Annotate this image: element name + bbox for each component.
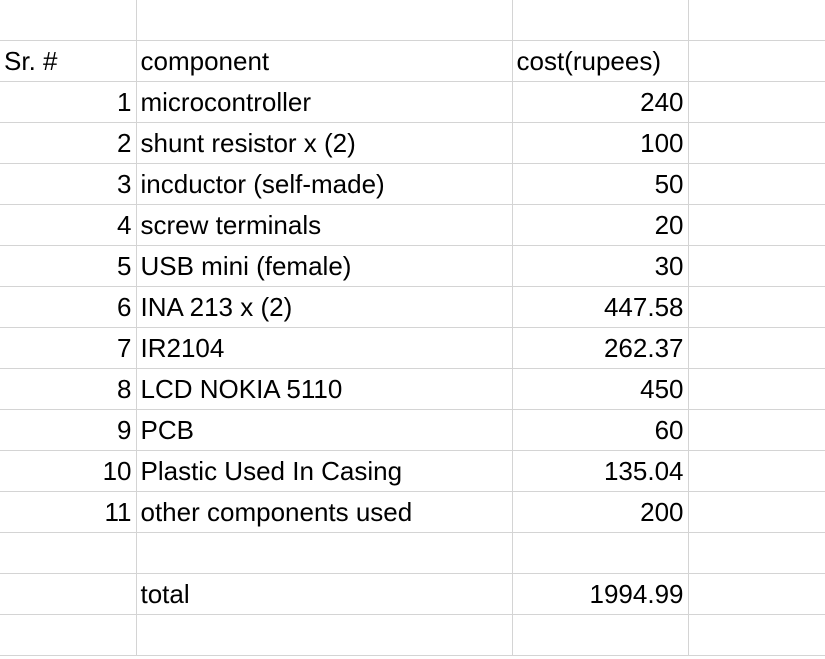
component-cell[interactable]: shunt resistor x (2) bbox=[136, 122, 513, 164]
header-cost-cell[interactable]: cost(rupees) bbox=[512, 40, 689, 82]
cell[interactable] bbox=[688, 491, 825, 533]
table-row: 9 PCB 60 bbox=[0, 409, 825, 451]
cost-cell[interactable]: 447.58 bbox=[512, 286, 689, 328]
cell[interactable] bbox=[688, 409, 825, 451]
cell[interactable] bbox=[688, 532, 825, 574]
component-cell[interactable]: other components used bbox=[136, 491, 513, 533]
sr-cell[interactable]: 11 bbox=[0, 491, 137, 533]
component-cell[interactable]: IR2104 bbox=[136, 327, 513, 369]
cost-cell[interactable]: 450 bbox=[512, 368, 689, 410]
empty-row bbox=[0, 614, 825, 656]
sr-cell[interactable]: 7 bbox=[0, 327, 137, 369]
cell[interactable] bbox=[688, 40, 825, 82]
cell[interactable] bbox=[688, 0, 825, 41]
empty-row bbox=[0, 0, 825, 41]
cell[interactable] bbox=[688, 368, 825, 410]
table-row: 1 microcontroller 240 bbox=[0, 81, 825, 123]
table-row: 8 LCD NOKIA 5110 450 bbox=[0, 368, 825, 410]
table-row: 11 other components used 200 bbox=[0, 491, 825, 533]
cost-cell[interactable]: 50 bbox=[512, 163, 689, 205]
sr-cell[interactable]: 6 bbox=[0, 286, 137, 328]
sr-cell[interactable]: 10 bbox=[0, 450, 137, 492]
total-label-cell[interactable]: total bbox=[136, 573, 513, 615]
cell[interactable] bbox=[0, 532, 137, 574]
component-cell[interactable]: INA 213 x (2) bbox=[136, 286, 513, 328]
cost-cell[interactable]: 200 bbox=[512, 491, 689, 533]
cell[interactable] bbox=[688, 286, 825, 328]
cost-cell[interactable]: 100 bbox=[512, 122, 689, 164]
cell[interactable] bbox=[136, 0, 513, 41]
cost-cell[interactable]: 240 bbox=[512, 81, 689, 123]
cell[interactable] bbox=[0, 573, 137, 615]
table-row: 5 USB mini (female) 30 bbox=[0, 245, 825, 287]
component-cell[interactable]: screw terminals bbox=[136, 204, 513, 246]
cell[interactable] bbox=[688, 327, 825, 369]
cell[interactable] bbox=[688, 450, 825, 492]
sr-cell[interactable]: 8 bbox=[0, 368, 137, 410]
cell[interactable] bbox=[512, 532, 689, 574]
cell[interactable] bbox=[688, 573, 825, 615]
sr-cell[interactable]: 5 bbox=[0, 245, 137, 287]
spreadsheet: Sr. # component cost(rupees) 1 microcont… bbox=[0, 0, 825, 659]
header-component-cell[interactable]: component bbox=[136, 40, 513, 82]
header-sr-cell[interactable]: Sr. # bbox=[0, 40, 137, 82]
sr-cell[interactable]: 3 bbox=[0, 163, 137, 205]
table-row: 10 Plastic Used In Casing 135.04 bbox=[0, 450, 825, 492]
sr-cell[interactable]: 9 bbox=[0, 409, 137, 451]
cell[interactable] bbox=[136, 532, 513, 574]
cost-cell[interactable]: 30 bbox=[512, 245, 689, 287]
component-cell[interactable]: microcontroller bbox=[136, 81, 513, 123]
component-cell[interactable]: incductor (self-made) bbox=[136, 163, 513, 205]
table-row: 3 incductor (self-made) 50 bbox=[0, 163, 825, 205]
header-row: Sr. # component cost(rupees) bbox=[0, 40, 825, 82]
sr-cell[interactable]: 4 bbox=[0, 204, 137, 246]
cell[interactable] bbox=[688, 163, 825, 205]
table-row: 4 screw terminals 20 bbox=[0, 204, 825, 246]
empty-row bbox=[0, 532, 825, 574]
component-cell[interactable]: PCB bbox=[136, 409, 513, 451]
sr-cell[interactable]: 1 bbox=[0, 81, 137, 123]
cost-table: Sr. # component cost(rupees) 1 microcont… bbox=[0, 0, 825, 656]
cost-cell[interactable]: 262.37 bbox=[512, 327, 689, 369]
cost-cell[interactable]: 20 bbox=[512, 204, 689, 246]
cell[interactable] bbox=[512, 0, 689, 41]
table-row: 6 INA 213 x (2) 447.58 bbox=[0, 286, 825, 328]
cell[interactable] bbox=[688, 122, 825, 164]
total-row: total 1994.99 bbox=[0, 573, 825, 615]
component-cell[interactable]: LCD NOKIA 5110 bbox=[136, 368, 513, 410]
sr-cell[interactable]: 2 bbox=[0, 122, 137, 164]
cell[interactable] bbox=[0, 614, 137, 656]
cell[interactable] bbox=[512, 614, 689, 656]
cell[interactable] bbox=[0, 0, 137, 41]
cost-cell[interactable]: 135.04 bbox=[512, 450, 689, 492]
total-value-cell[interactable]: 1994.99 bbox=[512, 573, 689, 615]
table-row: 2 shunt resistor x (2) 100 bbox=[0, 122, 825, 164]
component-cell[interactable]: Plastic Used In Casing bbox=[136, 450, 513, 492]
cell[interactable] bbox=[136, 614, 513, 656]
cell[interactable] bbox=[688, 204, 825, 246]
cell[interactable] bbox=[688, 614, 825, 656]
cost-cell[interactable]: 60 bbox=[512, 409, 689, 451]
table-row: 7 IR2104 262.37 bbox=[0, 327, 825, 369]
cell[interactable] bbox=[688, 245, 825, 287]
cell[interactable] bbox=[688, 81, 825, 123]
component-cell[interactable]: USB mini (female) bbox=[136, 245, 513, 287]
